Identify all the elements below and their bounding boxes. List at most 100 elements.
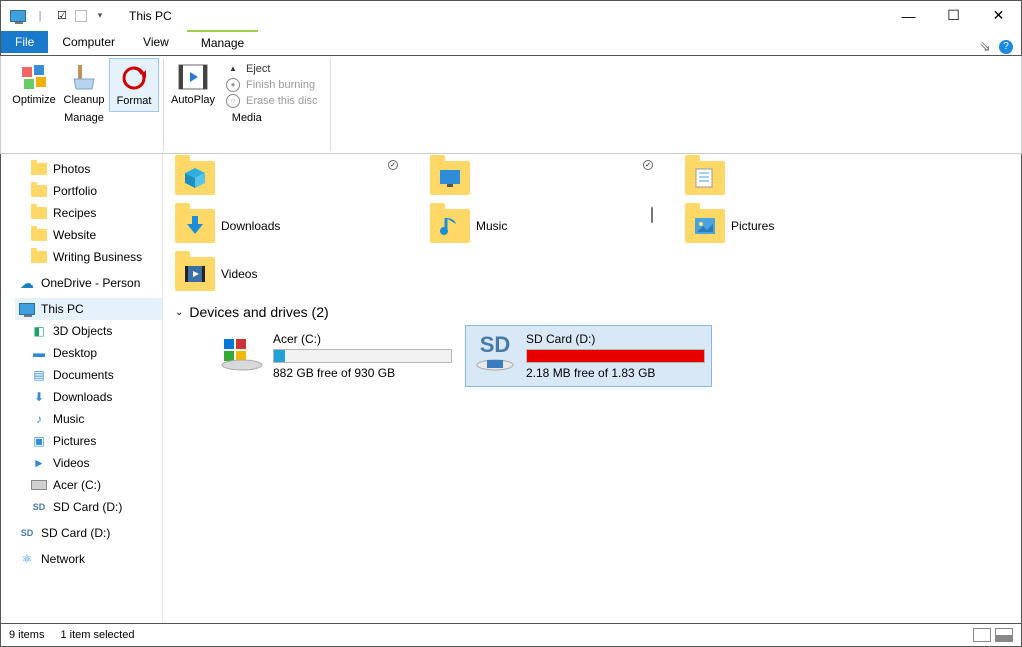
quick-access-toolbar: | ☑ ▾ (1, 7, 109, 25)
tree-item-sd-card-d-[interactable]: SDSD Card (D:) (15, 496, 162, 518)
tree-item-sd-card-d-[interactable]: SD SD Card (D:) (15, 522, 162, 544)
tree-item-label: Documents (53, 368, 114, 382)
chevron-down-icon: ⌄ (175, 307, 183, 318)
tree-item-3d-objects[interactable]: ◧3D Objects (15, 320, 162, 342)
tree-item-photos[interactable]: Photos (15, 158, 162, 180)
format-icon (119, 63, 149, 93)
drive-free-text: 882 GB free of 930 GB (273, 366, 452, 380)
cleanup-button[interactable]: Cleanup (59, 58, 109, 110)
tree-item-label: Portfolio (53, 184, 97, 198)
collapse-ribbon-icon[interactable]: ⇘ (979, 38, 993, 55)
drive-usage-bar (273, 349, 452, 363)
drive-item-sd-card-d-[interactable]: SDSD Card (D:)2.18 MB free of 1.83 GB (466, 326, 711, 386)
tree-item-recipes[interactable]: Recipes (15, 202, 162, 224)
erase-disc-label: Erase this disc (246, 95, 318, 107)
drive-name: SD Card (D:) (526, 332, 705, 346)
window-controls: — ☐ ✕ (886, 2, 1021, 30)
tree-item-portfolio[interactable]: Portfolio (15, 180, 162, 202)
tree-item-acer-c-[interactable]: Acer (C:) (15, 474, 162, 496)
tree-item-this-pc[interactable]: This PC (15, 298, 162, 320)
qat-blank-icon[interactable] (75, 10, 87, 22)
close-button[interactable]: ✕ (976, 2, 1021, 30)
devices-section-label: Devices and drives (2) (189, 304, 328, 320)
folder-label: Videos (221, 267, 257, 281)
format-label: Format (117, 95, 152, 107)
format-button[interactable]: Format (109, 58, 159, 112)
folder-item[interactable]: ✓ (426, 154, 681, 202)
devices-section-header[interactable]: ⌄ Devices and drives (2) (175, 304, 1021, 320)
thumbnails-view-toggle[interactable] (995, 628, 1013, 642)
tab-manage[interactable]: Manage (187, 30, 258, 54)
tree-item-writing-business[interactable]: Writing Business (15, 246, 162, 268)
qat-dropdown-icon[interactable]: ▾ (91, 7, 109, 25)
tree-item-desktop[interactable]: ▬ Desktop (15, 342, 162, 364)
statusbar: 9 items 1 item selected (0, 623, 1022, 647)
onedrive-icon: ☁ (19, 275, 35, 291)
tree-item-label: SD Card (D:) (41, 526, 110, 540)
desktop-icon: ▬ (31, 345, 47, 361)
folder-item-music[interactable]: Music (426, 202, 681, 250)
cleanup-label: Cleanup (64, 94, 105, 106)
ribbon-group-media: AutoPlay ▲ Eject ● Finish burning ○ Eras… (164, 58, 331, 151)
autoplay-button[interactable]: AutoPlay (168, 58, 218, 110)
folder-icon (31, 205, 47, 221)
videos-icon: ► (31, 455, 47, 471)
autoplay-label: AutoPlay (171, 94, 215, 106)
ribbon: Optimize Cleanup Format Manage (0, 56, 1022, 154)
folder-item-pictures[interactable]: Pictures (681, 202, 936, 250)
hdd-icon (31, 477, 47, 493)
qat-separator: | (31, 7, 49, 25)
tree-item-pictures[interactable]: ▣Pictures (15, 430, 162, 452)
pc-icon (9, 7, 27, 25)
navigation-pane[interactable]: Photos Portfolio Recipes WebsiteWriting Bus… (1, 154, 163, 623)
tree-item-label: Recipes (53, 206, 96, 220)
titlebar: | ☑ ▾ Drive Tools This PC — ☐ ✕ (0, 0, 1022, 30)
folder-icon (430, 161, 470, 195)
sd-icon: SD (19, 525, 35, 541)
folder-icon (31, 227, 47, 243)
tree-item-label: This PC (41, 302, 84, 316)
maximize-button[interactable]: ☐ (931, 2, 976, 30)
help-icon[interactable]: ? (999, 40, 1013, 54)
tab-computer[interactable]: Computer (48, 31, 129, 53)
qat-checkbox-icon[interactable]: ☑ (53, 7, 71, 25)
optimize-label: Optimize (12, 94, 55, 106)
autoplay-icon (178, 62, 208, 92)
tree-item-label: Photos (53, 162, 90, 176)
tree-item-network[interactable]: ⚛Network (15, 548, 162, 570)
folder-item[interactable]: ✓ (171, 154, 426, 202)
folder-item-downloads[interactable]: Downloads (171, 202, 426, 250)
tab-view[interactable]: View (129, 31, 183, 53)
drive-usage-bar (526, 349, 705, 363)
hdd-drive-icon (219, 332, 265, 372)
ribbon-group-manage: Optimize Cleanup Format Manage (5, 58, 164, 151)
main-area: Photos Portfolio Recipes WebsiteWriting Bus… (0, 154, 1022, 623)
tree-item-label: Network (41, 552, 85, 566)
tree-item-label: OneDrive - Person (41, 276, 140, 290)
tree-item-downloads[interactable]: ⬇Downloads (15, 386, 162, 408)
folder-icon (175, 161, 215, 195)
window-title: This PC (109, 9, 886, 23)
tab-file[interactable]: File (1, 31, 48, 53)
tree-item-label: SD Card (D:) (53, 500, 122, 514)
tree-item-label: Acer (C:) (53, 478, 101, 492)
folder-item[interactable] (681, 154, 936, 202)
tree-item-label: 3D Objects (53, 324, 112, 338)
tree-item-videos[interactable]: ►Videos (15, 452, 162, 474)
tree-item-documents[interactable]: ▤ Documents (15, 364, 162, 386)
drive-item-acer-c-[interactable]: Acer (C:)882 GB free of 930 GB (213, 326, 458, 386)
tree-item-onedrive-person[interactable]: ☁ OneDrive - Person (15, 272, 162, 294)
tree-item-music[interactable]: ♪Music (15, 408, 162, 430)
minimize-button[interactable]: — (886, 2, 931, 30)
documents-icon: ▤ (31, 367, 47, 383)
tree-item-label: Desktop (53, 346, 97, 360)
tree-item-website[interactable]: Website (15, 224, 162, 246)
eject-button[interactable]: ▲ Eject (226, 62, 318, 76)
details-view-toggle[interactable] (973, 628, 991, 642)
folder-label: Downloads (221, 219, 280, 233)
content-pane[interactable]: ✓✓ Downloads MusicPictures Videos ⌄ Devic… (163, 154, 1021, 623)
optimize-button[interactable]: Optimize (9, 58, 59, 110)
menubar: File Computer View Manage ⇘ ? (0, 30, 1022, 56)
folder-icon (31, 183, 47, 199)
folder-item-videos[interactable]: Videos (171, 250, 426, 298)
